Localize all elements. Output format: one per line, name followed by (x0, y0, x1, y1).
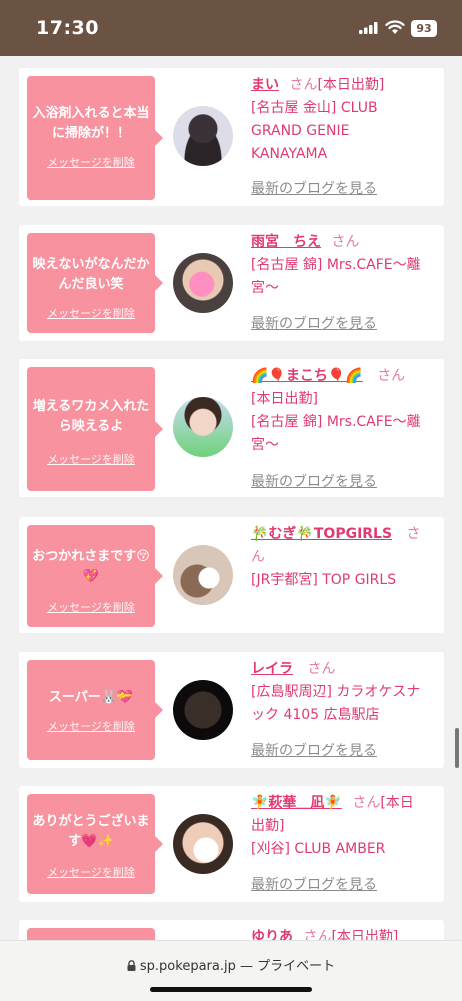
avatar[interactable] (173, 814, 233, 874)
avatar[interactable] (173, 680, 233, 740)
avatar[interactable] (173, 253, 233, 313)
message-text: 増えるワカメ入れたら映えるよ (32, 399, 150, 434)
cast-name-link[interactable]: 🧚萩華＿凪🧚 (251, 795, 342, 811)
message-card: ゆりあ さん[本日出勤] (19, 920, 444, 940)
message-bubble: ありがとうございます💗✨ メッセージを削除 (27, 794, 163, 894)
cast-info: まい さん[本日出勤] [名古屋 金山] CLUB GRAND GENIE KA… (251, 74, 439, 166)
delete-message-link[interactable]: メッセージを削除 (27, 451, 155, 467)
avatar[interactable] (173, 545, 233, 605)
wifi-icon (385, 20, 405, 34)
message-card: おつかれさまです😚💖 メッセージを削除 🎋むぎ🎋TOPGIRLS さ ん [JR… (19, 517, 444, 633)
message-bubble: 増えるワカメ入れたら映えるよ メッセージを削除 (27, 367, 163, 491)
latest-blog-link[interactable]: 最新のブログを見る (251, 178, 377, 198)
cast-info: 雨宮 ちえ さん [名古屋 錦] Mrs.CAFE〜離 宮〜 (251, 231, 439, 300)
message-bubble: スーパー🐰💝 メッセージを削除 (27, 660, 163, 760)
latest-blog-link[interactable]: 最新のブログを見る (251, 313, 377, 333)
honorific: さん (352, 795, 381, 811)
shop-line: ック 4105 広島駅店 (251, 707, 380, 723)
cast-info: 🌈🎈まこち🎈🌈 さん [本日出勤] [名古屋 錦] Mrs.CAFE〜離 宮〜 (251, 365, 439, 457)
message-text: おつかれさまです😚💖 (32, 549, 150, 584)
cast-info: 🎋むぎ🎋TOPGIRLS さ ん [JR宇都宮] TOP GIRLS (251, 523, 439, 592)
cast-name-link[interactable]: 🎋むぎ🎋TOPGIRLS (251, 526, 392, 542)
url-display[interactable]: sp.pokepara.jp — プライベート (0, 955, 462, 974)
message-card: スーパー🐰💝 メッセージを削除 レイラ さん [広島駅周辺] カラオケスナ ック… (19, 652, 444, 768)
cast-name-link[interactable]: まい (251, 77, 279, 93)
cast-name-link[interactable]: 雨宮 ちえ (251, 234, 321, 250)
message-card: 映えないがなんだかんだ良い笑 メッセージを削除 雨宮 ちえ さん [名古屋 錦]… (19, 225, 444, 341)
battery-icon: 93 (411, 20, 437, 37)
shop-line: [広島駅周辺] カラオケスナ (251, 684, 421, 700)
honorific: さん (289, 77, 318, 93)
message-text: ありがとうございます💗✨ (32, 814, 150, 849)
status-tag: [本日 (380, 795, 414, 811)
message-bubble (27, 928, 155, 940)
cast-info: ゆりあ さん[本日出勤] (251, 926, 439, 940)
message-bubble: おつかれさまです😚💖 メッセージを削除 (27, 525, 163, 627)
delete-message-link[interactable]: メッセージを削除 (27, 864, 155, 880)
honorific: さん (307, 661, 336, 677)
shop-line: KANAYAMA (251, 146, 328, 162)
message-card: 増えるワカメ入れたら映えるよ メッセージを削除 🌈🎈まこち🎈🌈 さん [本日出勤… (19, 359, 444, 497)
message-feed[interactable]: 入浴剤入れると本当に掃除が！！ メッセージを削除 まい さん[本日出勤] [名古… (0, 56, 462, 940)
shop-line: [名古屋 錦] Mrs.CAFE〜離 (251, 257, 421, 273)
status-tag: [本日出勤] (251, 391, 318, 407)
url-bar[interactable]: sp.pokepara.jp — プライベート (0, 940, 462, 1001)
cast-info: 🧚萩華＿凪🧚 さん[本日 出勤] [刈谷] CLUB AMBER (251, 792, 439, 861)
status-tag: 出勤] (251, 818, 285, 834)
cast-info: レイラ さん [広島駅周辺] カラオケスナ ック 4105 広島駅店 (251, 658, 439, 727)
cast-name-link[interactable]: ゆりあ (251, 929, 293, 940)
signal-icon (359, 22, 378, 34)
shop-line: GRAND GENIE (251, 123, 350, 139)
message-text: スーパー🐰💝 (48, 690, 134, 705)
message-text: 映えないがなんだかんだ良い笑 (32, 257, 150, 292)
message-card: 入浴剤入れると本当に掃除が！！ メッセージを削除 まい さん[本日出勤] [名古… (19, 68, 444, 206)
delete-message-link[interactable]: メッセージを削除 (27, 154, 155, 170)
message-card: ありがとうございます💗✨ メッセージを削除 🧚萩華＿凪🧚 さん[本日 出勤] [… (19, 786, 444, 902)
delete-message-link[interactable]: メッセージを削除 (27, 718, 155, 734)
latest-blog-link[interactable]: 最新のブログを見る (251, 874, 377, 894)
honorific: さん (331, 234, 360, 250)
status-time: 17:30 (36, 17, 99, 39)
delete-message-link[interactable]: メッセージを削除 (27, 599, 155, 615)
cast-name-link[interactable]: 🌈🎈まこち🎈🌈 (251, 368, 363, 384)
home-indicator[interactable] (150, 987, 312, 992)
message-text: 入浴剤入れると本当に掃除が！！ (32, 106, 150, 141)
scrollbar[interactable] (455, 728, 459, 768)
shop-line: 宮〜 (251, 280, 279, 296)
message-bubble: 入浴剤入れると本当に掃除が！！ メッセージを削除 (27, 76, 163, 200)
shop-line: [名古屋 錦] Mrs.CAFE〜離 (251, 414, 421, 430)
honorific: ん (251, 549, 265, 565)
message-bubble: 映えないがなんだかんだ良い笑 メッセージを削除 (27, 233, 163, 333)
status-tag: [本日出勤] (317, 77, 385, 93)
shop-line: [刈谷] CLUB AMBER (251, 841, 386, 857)
avatar[interactable] (173, 397, 233, 457)
honorific: さん (377, 368, 406, 384)
status-tag: [本日出勤] (331, 929, 399, 940)
avatar[interactable] (173, 106, 233, 166)
shop-line: [名古屋 金山] CLUB (251, 100, 378, 116)
latest-blog-link[interactable]: 最新のブログを見る (251, 740, 377, 760)
honorific: さ (406, 526, 421, 542)
honorific: さん (303, 929, 332, 940)
delete-message-link[interactable]: メッセージを削除 (27, 305, 155, 321)
url-text: sp.pokepara.jp — プライベート (139, 959, 336, 974)
latest-blog-link[interactable]: 最新のブログを見る (251, 471, 377, 491)
cast-name-link[interactable]: レイラ (251, 661, 293, 677)
status-bar: 17:30 93 (0, 0, 462, 56)
shop-line: 宮〜 (251, 437, 279, 453)
shop-line: [JR宇都宮] TOP GIRLS (251, 572, 397, 588)
lock-icon (127, 960, 136, 971)
